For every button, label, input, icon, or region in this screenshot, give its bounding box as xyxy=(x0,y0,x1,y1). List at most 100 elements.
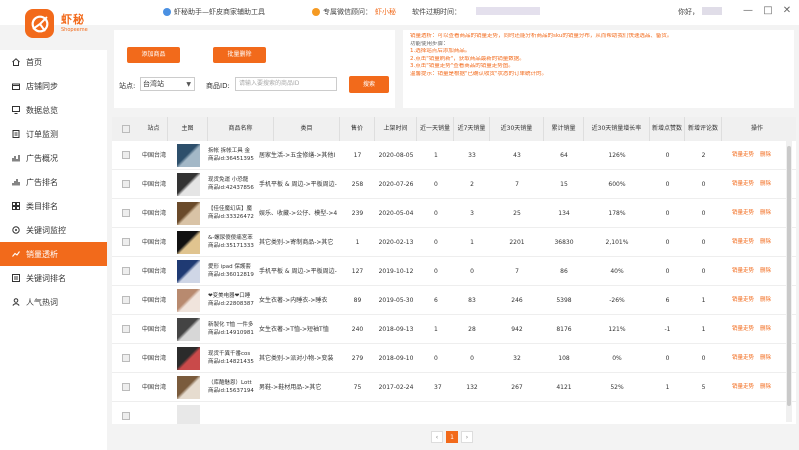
product-name: 拆帐 拆帐工具 金 xyxy=(208,148,250,154)
cell-price: 279 xyxy=(351,355,364,362)
cell-price: 258 xyxy=(351,181,364,188)
nav-ad-overview[interactable]: 广告概况 xyxy=(0,146,107,170)
page-button-current[interactable]: 1 xyxy=(446,431,458,443)
cell-sales-1d: 0 xyxy=(434,239,438,246)
product-thumbnail xyxy=(177,289,200,312)
nav-keyword-rank[interactable]: 关键词排名 xyxy=(0,266,107,290)
delete-link[interactable]: 删除 xyxy=(760,384,771,390)
prev-page-button[interactable]: ‹ xyxy=(431,431,443,443)
sales-trend-link[interactable]: 销量走势 xyxy=(732,181,754,187)
row-checkbox[interactable] xyxy=(122,354,130,362)
cell-sales-30d: 2201 xyxy=(509,239,525,246)
table-header: 站点 主图 商品名称 类目 售价 上架时间 近一天销量 近7天销量 近30天销量… xyxy=(112,117,796,141)
batch-delete-button[interactable]: 批量删除 xyxy=(213,47,266,63)
nav-keyword-monitor[interactable]: 关键词监控 xyxy=(0,218,107,242)
maximize-button[interactable]: □ xyxy=(762,5,774,17)
sales-trend-link[interactable]: 销量走势 xyxy=(732,297,754,303)
product-name: &-螺尿傻傻痛宮苯 xyxy=(208,235,253,241)
shrimp-logo-icon xyxy=(31,15,48,32)
table-row: 中国台湾 【佳佳魔幻店】魔 商品id:33326472 娱乐、收藏->公仔、模型->4… xyxy=(112,199,796,228)
cell-category: 手机平板 & 周边->平板周边- xyxy=(259,181,337,188)
nav-data-overview[interactable]: 数据总览 xyxy=(0,98,107,122)
cell-new-comments: 0 xyxy=(701,239,706,246)
row-checkbox[interactable] xyxy=(122,209,130,217)
info-line: 销量透析：可以查看商品的销量走势，同时还能分析商品的sku的销量分布，从而帮助我… xyxy=(410,33,673,39)
sales-trend-link[interactable]: 销量走势 xyxy=(732,239,754,245)
sales-trend-link[interactable]: 销量走势 xyxy=(732,355,754,361)
sales-trend-link[interactable]: 销量走势 xyxy=(732,326,754,332)
sales-trend-link[interactable]: 销量走势 xyxy=(732,152,754,158)
cell-category: 女生衣著->T恤->短袖T恤 xyxy=(259,326,329,333)
cell-site: 中国台湾 xyxy=(141,326,166,333)
sales-trend-link[interactable]: 销量走势 xyxy=(732,268,754,274)
cell-sales-7d: 0 xyxy=(470,268,474,275)
add-product-button[interactable]: 添加商品 xyxy=(127,47,180,63)
site-select[interactable]: 台湾站 ▼ xyxy=(140,77,195,91)
cell-growth: 178% xyxy=(608,210,626,217)
cell-new-comments: 0 xyxy=(701,210,706,217)
cell-price: 239 xyxy=(351,210,364,217)
delete-link[interactable]: 删除 xyxy=(760,181,771,187)
cell-growth: 0% xyxy=(612,355,622,362)
nav-category-rank[interactable]: 类目排名 xyxy=(0,194,107,218)
cell-listed-date: 2018-09-10 xyxy=(378,355,414,362)
info-line: 温馨提示：销量是根据"已确认收货"状态的订单统计的。 xyxy=(410,70,548,77)
row-checkbox[interactable] xyxy=(122,151,130,159)
table-row: 中国台湾 &-螺尿傻傻痛宮苯 商品id:35171333 其它类别->寄制商品->其它… xyxy=(112,228,796,257)
delete-link[interactable]: 删除 xyxy=(760,297,771,303)
cell-sales-total: 15 xyxy=(560,181,568,188)
nav-store-sync[interactable]: 店铺同步 xyxy=(0,74,107,98)
table-scrollbar[interactable] xyxy=(786,140,792,422)
minimize-button[interactable]: — xyxy=(742,5,754,17)
col-sales-30d: 近30天销量 xyxy=(490,117,544,141)
nav-sales-analysis[interactable]: 销量透析 xyxy=(0,242,107,266)
row-checkbox[interactable] xyxy=(122,267,130,275)
hello-label: 你好， xyxy=(678,8,699,16)
delete-link[interactable]: 删除 xyxy=(760,152,771,158)
nav-ad-rank[interactable]: 广告排名 xyxy=(0,170,107,194)
next-page-button[interactable]: › xyxy=(461,431,473,443)
search-button[interactable]: 搜索 xyxy=(349,76,389,93)
cell-new-likes: -1 xyxy=(664,326,671,333)
cell-category: 手机平板 & 周边->平板周边- xyxy=(259,268,337,275)
nav-order-monitor[interactable]: 订单监测 xyxy=(0,122,107,146)
cell-sales-total: 134 xyxy=(558,210,570,217)
cell-new-likes: 0 xyxy=(665,152,670,159)
cell-sales-1d: 1 xyxy=(434,152,438,159)
product-id-input[interactable]: 请输入要搜索的商品ID xyxy=(235,77,337,91)
row-checkbox[interactable] xyxy=(122,383,130,391)
advisor-info[interactable]: 专属微信顾问： 虾小秘 xyxy=(312,7,396,17)
col-site: 站点 xyxy=(140,117,168,141)
ad-icon xyxy=(12,154,20,162)
row-checkbox[interactable] xyxy=(122,412,130,420)
row-checkbox[interactable] xyxy=(122,296,130,304)
cell-sales-7d: 28 xyxy=(468,326,476,333)
nav-home[interactable]: 首页 xyxy=(0,50,107,74)
pagination: ‹ 1 › xyxy=(431,431,473,443)
product-id: 商品id:14910981 xyxy=(208,330,254,336)
delete-link[interactable]: 删除 xyxy=(760,355,771,361)
row-checkbox[interactable] xyxy=(122,238,130,246)
cell-price: 89 xyxy=(353,297,362,304)
store-icon xyxy=(12,82,20,90)
close-button[interactable]: ✕ xyxy=(781,5,793,17)
cell-category: 其它类别->派对小物->变装 xyxy=(259,355,334,362)
cell-sales-total: 86 xyxy=(560,268,568,275)
keyword-monitor-icon xyxy=(12,226,20,234)
advisor-name[interactable]: 虾小秘 xyxy=(375,7,396,17)
row-checkbox[interactable] xyxy=(122,325,130,333)
delete-link[interactable]: 删除 xyxy=(760,268,771,274)
delete-link[interactable]: 删除 xyxy=(760,210,771,216)
row-checkbox[interactable] xyxy=(122,180,130,188)
title-bar: 虾秘助手—虾皮商家辅助工具 专属微信顾问： 虾小秘 软件过期时间： 你好， — □… xyxy=(0,0,799,25)
delete-link[interactable]: 删除 xyxy=(760,326,771,332)
sales-trend-link[interactable]: 销量走势 xyxy=(732,210,754,216)
cell-sales-1d: 1 xyxy=(434,326,438,333)
product-thumbnail xyxy=(177,405,200,424)
scroll-thumb[interactable] xyxy=(787,146,791,406)
nav-hot-words[interactable]: 人气热词 xyxy=(0,290,107,314)
sales-trend-link[interactable]: 销量走势 xyxy=(732,384,754,390)
select-all-checkbox[interactable] xyxy=(122,125,130,133)
product-thumbnail xyxy=(177,144,200,167)
delete-link[interactable]: 删除 xyxy=(760,239,771,245)
